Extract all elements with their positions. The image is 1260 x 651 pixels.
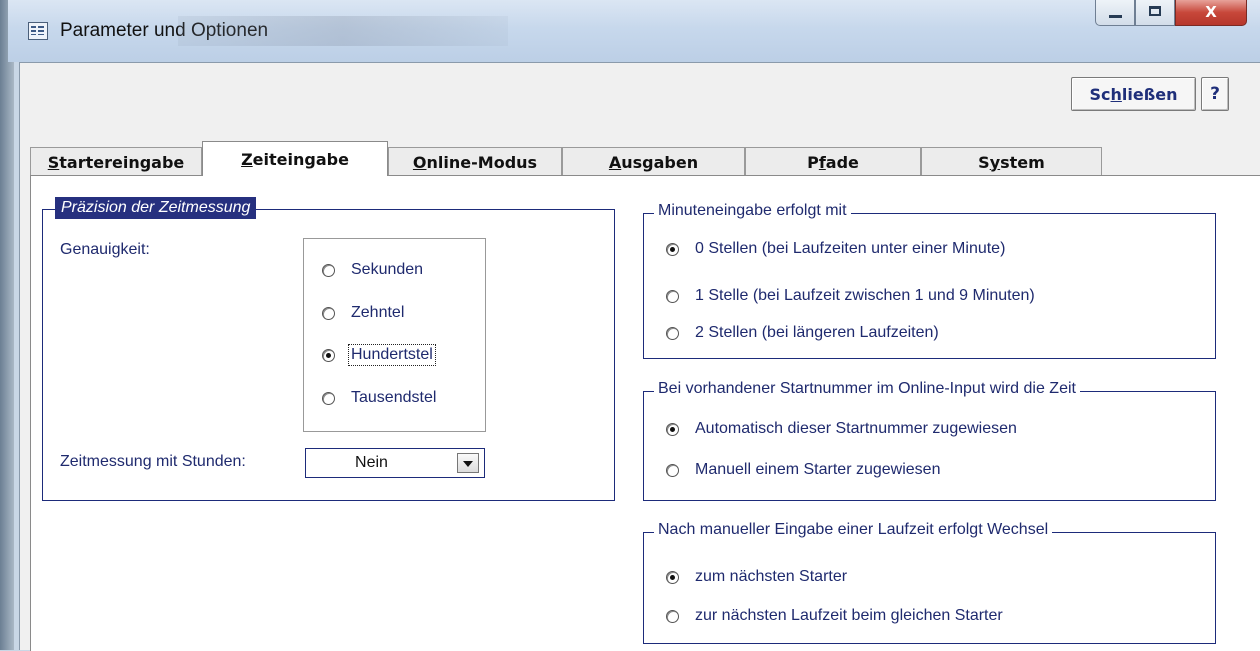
radio-1-stelle[interactable]: 1 Stelle (bei Laufzeit zwischen 1 und 9 … — [666, 286, 1037, 306]
accuracy-option-frame: Sekunden Zehntel Hundertstel Tausendstel — [303, 238, 486, 432]
dialog-header: Sc h ließen ? — [20, 63, 1260, 123]
radio-tausendstel[interactable]: Tausendstel — [322, 388, 438, 408]
hours-dropdown-value: Nein — [355, 454, 388, 471]
radio-icon — [322, 306, 335, 320]
maximize-icon — [1149, 6, 1161, 16]
radio-2-stellen[interactable]: 2 Stellen (bei längeren Laufzeiten) — [666, 323, 941, 343]
schliessen-label-part: ließen — [1121, 84, 1178, 104]
radio-sekunden[interactable]: Sekunden — [322, 260, 425, 280]
accuracy-label: Genauigkeit: — [60, 241, 150, 258]
maximize-button[interactable] — [1135, 0, 1175, 26]
radio-manuell[interactable]: Manuell einem Starter zugewiesen — [666, 460, 942, 480]
help-button[interactable]: ? — [1201, 77, 1229, 111]
tab-online-modus[interactable]: Online-Modus — [388, 147, 562, 176]
dialog-client-area: Sc h ließen ? Startereingabe Zeiteingabe O… — [19, 62, 1260, 651]
radio-icon — [666, 326, 679, 340]
radio-icon — [666, 463, 679, 477]
radio-label: zur nächsten Laufzeit beim gleichen Star… — [695, 607, 1003, 624]
group-online-legend: Bei vorhandener Startnummer im Online-In… — [654, 380, 1080, 398]
tab-panel-zeiteingabe: Präzision der Zeitmessung Genauigkeit: S… — [30, 175, 1260, 651]
radio-label: 1 Stelle (bei Laufzeit zwischen 1 und 9 … — [695, 287, 1035, 304]
radio-zehntel[interactable]: Zehntel — [322, 303, 406, 323]
tab-label: S — [978, 152, 990, 172]
schliessen-button[interactable]: Sc h ließen — [1071, 77, 1196, 111]
tab-label: eiteingabe — [252, 149, 349, 169]
schliessen-accesskey: h — [1110, 84, 1122, 104]
close-icon: X — [1205, 3, 1217, 21]
window-controls: X — [1095, 0, 1247, 26]
blurred-background-toolbar — [178, 16, 508, 46]
hours-label: Zeitmessung mit Stunden: — [60, 453, 246, 470]
group-precision-legend: Präzision der Zeitmessung — [55, 197, 257, 219]
radio-label: Hundertstel — [348, 344, 436, 366]
tab-accesskey: S — [47, 152, 60, 172]
radio-checked-icon — [666, 422, 679, 436]
radio-label: 0 Stellen (bei Laufzeiten unter einer Mi… — [695, 240, 1006, 257]
radio-automatisch[interactable]: Automatisch dieser Startnummer zugewiese… — [666, 419, 1019, 439]
tab-accesskey: y — [989, 152, 1001, 172]
radio-label: Automatisch dieser Startnummer zugewiese… — [695, 420, 1017, 437]
radio-icon — [322, 263, 335, 277]
radio-label: Manuell einem Starter zugewiesen — [695, 461, 941, 478]
tab-strip: Startereingabe Zeiteingabe Online-Modus … — [30, 141, 1130, 176]
radio-label: Tausendstel — [351, 389, 437, 406]
title-bar[interactable]: Parameter und Optionen X — [8, 0, 1260, 62]
radio-checked-icon — [322, 348, 335, 362]
radio-naechster-starter[interactable]: zum nächsten Starter — [666, 567, 849, 587]
tab-system[interactable]: Sy stem — [921, 147, 1102, 176]
tab-startereingabe[interactable]: Startereingabe — [30, 147, 202, 176]
radio-icon — [666, 289, 679, 303]
tab-accesskey: f — [818, 152, 826, 172]
radio-label: Zehntel — [351, 304, 405, 321]
tab-label: stem — [1000, 152, 1045, 172]
tab-ausgaben[interactable]: Ausgaben — [562, 147, 745, 176]
desktop-background — [0, 0, 14, 650]
radio-checked-icon — [666, 570, 679, 584]
schliessen-label-part: Sc — [1089, 84, 1111, 104]
tab-pfade[interactable]: Pf ade — [745, 147, 921, 176]
radio-naechste-laufzeit[interactable]: zur nächsten Laufzeit beim gleichen Star… — [666, 606, 1005, 626]
group-after-manual: Nach manueller Eingabe einer Laufzeit er… — [643, 521, 1216, 644]
radio-label: Sekunden — [351, 261, 424, 278]
minimize-button[interactable] — [1095, 0, 1135, 26]
radio-hundertstel[interactable]: Hundertstel — [322, 344, 436, 366]
radio-label: zum nächsten Starter — [695, 568, 848, 585]
group-minutes: Minuteneingabe erfolgt mit 0 Stellen (be… — [643, 202, 1216, 359]
close-window-button[interactable]: X — [1175, 0, 1247, 26]
group-precision: Präzision der Zeitmessung Genauigkeit: S… — [42, 197, 615, 501]
radio-checked-icon — [666, 242, 679, 256]
tab-zeiteingabe[interactable]: Zeiteingabe — [202, 141, 388, 176]
minimize-icon — [1109, 15, 1122, 18]
radio-icon — [666, 609, 679, 623]
form-icon — [28, 22, 48, 40]
radio-label: 2 Stellen (bei längeren Laufzeiten) — [695, 324, 939, 341]
tab-accesskey: Z — [241, 149, 253, 169]
tab-accesskey: O — [412, 152, 427, 172]
group-after-manual-legend: Nach manueller Eingabe einer Laufzeit er… — [654, 521, 1053, 539]
tab-label: tartereingabe — [59, 152, 185, 172]
tab-label: usgaben — [621, 152, 699, 172]
tab-label: nline-Modus — [426, 152, 538, 172]
radio-0-stellen[interactable]: 0 Stellen (bei Laufzeiten unter einer Mi… — [666, 239, 1007, 259]
radio-icon — [322, 391, 335, 405]
chevron-down-icon[interactable] — [457, 453, 479, 473]
tab-accesskey: A — [608, 152, 622, 172]
tab-label: ade — [825, 152, 859, 172]
hours-dropdown[interactable]: Nein — [305, 448, 485, 478]
group-minutes-legend: Minuteneingabe erfolgt mit — [654, 202, 851, 220]
tab-label: P — [807, 152, 819, 172]
group-online-input: Bei vorhandener Startnummer im Online-In… — [643, 380, 1216, 501]
